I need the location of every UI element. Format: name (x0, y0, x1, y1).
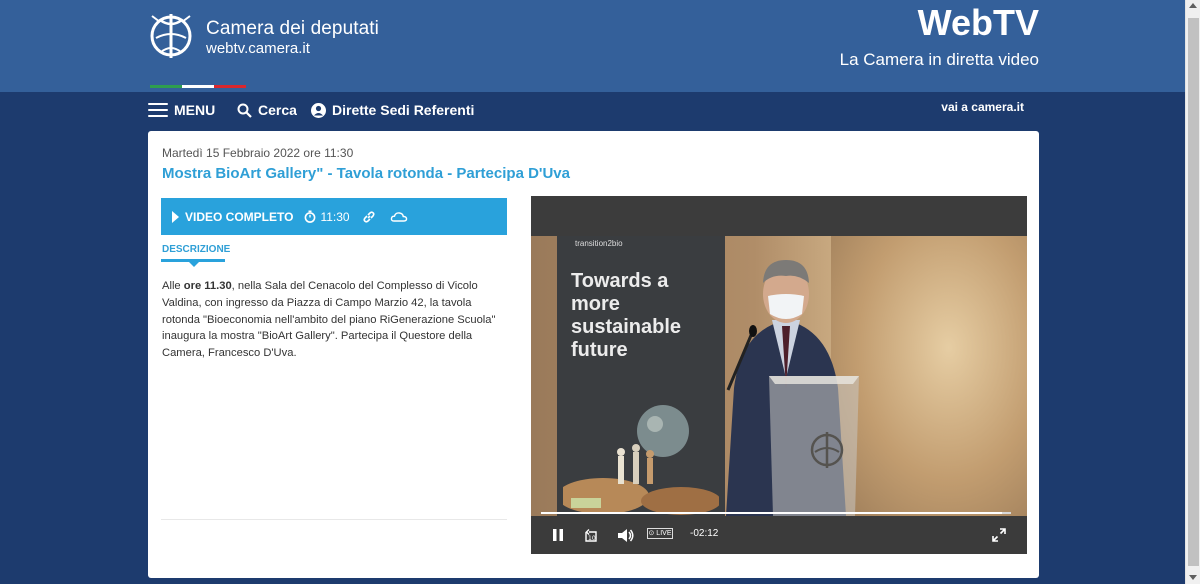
fullscreen-icon[interactable] (992, 528, 1006, 542)
lectern-emblem (810, 432, 844, 468)
pause-icon[interactable] (551, 528, 565, 542)
description-time: ore 11.30 (183, 280, 232, 292)
camera-deputati-logo-icon[interactable] (146, 8, 196, 62)
banner-brand: transition2bio (575, 239, 623, 248)
player-controls: 10 ⊙ LIVE -02:12 (531, 512, 1027, 554)
site-title: WebTV (917, 2, 1039, 43)
volume-icon[interactable] (617, 528, 635, 543)
menu-label: MENU (174, 102, 216, 118)
video-letterbox (531, 196, 1027, 236)
search-button[interactable]: Cerca (237, 102, 297, 118)
event-description: Alle ore 11.30, nella Sala del Cenacolo … (162, 278, 507, 362)
divider (161, 519, 507, 520)
live-regional-button[interactable]: Dirette Sedi Referenti (311, 102, 474, 118)
menu-button[interactable]: MENU (148, 102, 215, 118)
site-subtitle: La Camera in diretta video (839, 50, 1039, 69)
italian-flag-stripe (150, 85, 246, 88)
page-scrollbar[interactable] (1185, 0, 1200, 584)
search-icon (237, 103, 252, 118)
time-remaining: -02:12 (690, 528, 719, 539)
stopwatch-icon (305, 210, 316, 223)
main-nav: MENU Cerca Dirette Sedi Referenti vai a … (0, 92, 1185, 130)
tab-descrizione[interactable]: DESCRIZIONE (162, 244, 230, 255)
live-badge[interactable]: ⊙ LIVE (647, 528, 673, 539)
scroll-down-icon[interactable] (1189, 575, 1197, 580)
video-frame: transition2bio Towards a more sustainabl… (531, 236, 1027, 516)
video-duration: 11:30 (320, 209, 350, 224)
background-arch (831, 236, 1027, 516)
active-tab-caret (189, 262, 199, 267)
event-date: Martedì 15 Febbraio 2022 ore 11:30 (162, 146, 354, 160)
site-header: Camera dei deputati webtv.camera.it WebT… (0, 0, 1185, 92)
live-regional-label: Dirette Sedi Referenti (332, 102, 475, 118)
hamburger-icon (148, 103, 168, 117)
event-card: Martedì 15 Febbraio 2022 ore 11:30 Mostr… (148, 131, 1039, 578)
tab-video-completo[interactable]: VIDEO COMPLETO (185, 210, 293, 224)
banner-illustration (563, 405, 719, 515)
cloud-icon[interactable] (390, 211, 408, 223)
scroll-thumb[interactable] (1188, 18, 1199, 566)
progress-fill (541, 512, 1002, 514)
search-label: Cerca (258, 102, 297, 118)
video-player[interactable]: transition2bio Towards a more sustainabl… (531, 196, 1027, 554)
progress-bar[interactable] (541, 512, 1011, 514)
link-icon[interactable] (362, 210, 376, 224)
play-icon (172, 210, 179, 223)
video-tab-bar: VIDEO COMPLETO 11:30 (161, 198, 507, 235)
description-intro: Alle (162, 280, 184, 292)
scroll-up-icon[interactable] (1189, 3, 1197, 8)
banner-slogan: Towards a more sustainable future (571, 270, 682, 361)
event-title[interactable]: Mostra BioArt Gallery" - Tavola rotonda … (162, 165, 570, 182)
brand-url[interactable]: webtv.camera.it (206, 40, 310, 57)
user-icon (311, 102, 326, 118)
external-site-link[interactable]: vai a camera.it (941, 100, 1024, 114)
replay-10-icon[interactable]: 10 (583, 528, 599, 544)
svg-text:10: 10 (588, 535, 596, 542)
brand-title[interactable]: Camera dei deputati (206, 18, 379, 40)
event-banner: transition2bio Towards a more sustainabl… (557, 236, 725, 516)
